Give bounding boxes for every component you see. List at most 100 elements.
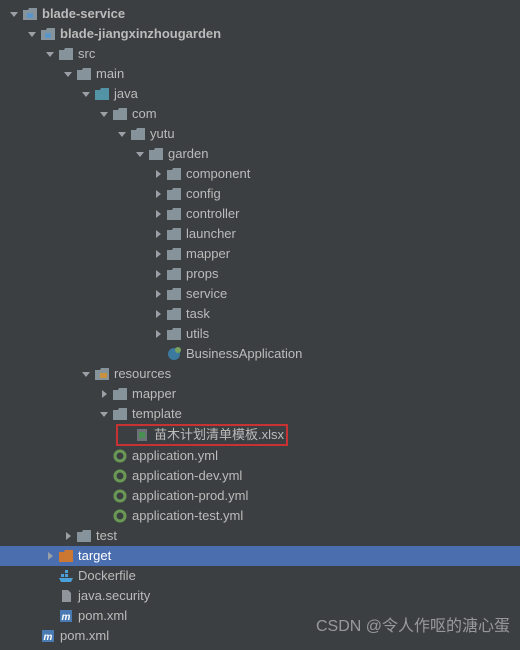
chevron-right-icon[interactable] [152,288,164,300]
chevron-down-icon[interactable] [26,28,38,40]
tree-row-blade-jiangxinzhougarden[interactable]: blade-jiangxinzhougarden [0,24,520,44]
module-icon [22,6,38,22]
tree-item-label: mapper [186,244,230,264]
folder-icon [112,386,128,402]
tree-row-config[interactable]: config [0,184,520,204]
xlsx-icon [134,427,150,443]
tree-row-launcher[interactable]: launcher [0,224,520,244]
chevron-down-icon[interactable] [98,108,110,120]
file-icon [58,588,74,604]
chevron-down-icon[interactable] [80,88,92,100]
tree-row-resources[interactable]: resources [0,364,520,384]
no-arrow [44,570,56,582]
tree-item-label: garden [168,144,208,164]
folder-icon [166,206,182,222]
tree-row--xlsx[interactable]: 苗木计划清单模板.xlsx [0,425,520,445]
folder-icon [166,266,182,282]
tree-row-template[interactable]: template [0,404,520,424]
project-tree[interactable]: blade-serviceblade-jiangxinzhougardensrc… [0,0,520,650]
chevron-right-icon[interactable] [152,168,164,180]
chevron-right-icon[interactable] [152,268,164,280]
tree-row-pom-xml[interactable]: m pom.xml [0,606,520,626]
tree-row-service[interactable]: service [0,284,520,304]
tree-row-test[interactable]: test [0,526,520,546]
module-icon [40,26,56,42]
tree-item-label: application-prod.yml [132,486,248,506]
tree-row-yutu[interactable]: yutu [0,124,520,144]
tree-row-task[interactable]: task [0,304,520,324]
tree-row-src[interactable]: src [0,44,520,64]
folder-icon [112,406,128,422]
folder-icon [166,186,182,202]
no-arrow [98,510,110,522]
tree-item-label: launcher [186,224,236,244]
tree-row-mapper[interactable]: mapper [0,244,520,264]
tree-item-label: config [186,184,221,204]
chevron-right-icon[interactable] [152,248,164,260]
chevron-down-icon[interactable] [134,148,146,160]
tree-row-dockerfile[interactable]: Dockerfile [0,566,520,586]
chevron-right-icon[interactable] [152,308,164,320]
svg-text:m: m [44,632,53,643]
tree-row-props[interactable]: props [0,264,520,284]
folder-icon [76,528,92,544]
tree-item-label: props [186,264,219,284]
chevron-right-icon[interactable] [152,188,164,200]
tree-row-garden[interactable]: garden [0,144,520,164]
tree-row-component[interactable]: component [0,164,520,184]
folder-icon [166,166,182,182]
chevron-down-icon[interactable] [98,408,110,420]
chevron-right-icon[interactable] [152,208,164,220]
tree-row-com[interactable]: com [0,104,520,124]
folder-icon [58,46,74,62]
tree-row-businessapplication[interactable]: BusinessApplication [0,344,520,364]
tree-row-application-prod-yml[interactable]: application-prod.yml [0,486,520,506]
tree-item-label: task [186,304,210,324]
tree-item-label: controller [186,204,239,224]
folder-icon [94,86,110,102]
folder-icon [112,106,128,122]
tree-row-application-test-yml[interactable]: application-test.yml [0,506,520,526]
tree-item-label: java [114,84,138,104]
tree-item-label: template [132,404,182,424]
tree-row-application-dev-yml[interactable]: application-dev.yml [0,466,520,486]
chevron-right-icon[interactable] [44,550,56,562]
chevron-down-icon[interactable] [80,368,92,380]
yml-icon [112,448,128,464]
chevron-right-icon[interactable] [152,228,164,240]
yml-icon [112,468,128,484]
tree-row-java[interactable]: java [0,84,520,104]
tree-item-label: pom.xml [78,606,127,626]
folder-icon [166,226,182,242]
no-arrow [152,348,164,360]
chevron-down-icon[interactable] [44,48,56,60]
target-icon [58,548,74,564]
tree-item-label: mapper [132,384,176,404]
svg-text:m: m [62,612,71,623]
tree-row-main[interactable]: main [0,64,520,84]
no-arrow [98,470,110,482]
tree-row-pom-xml[interactable]: mpom.xml [0,626,520,646]
tree-row-target[interactable]: target [0,546,520,566]
chevron-down-icon[interactable] [116,128,128,140]
resources-icon [94,366,110,382]
tree-item-label: target [78,546,111,566]
no-arrow [98,450,110,462]
tree-item-label: component [186,164,250,184]
class-icon [166,346,182,362]
chevron-down-icon[interactable] [62,68,74,80]
no-arrow [44,590,56,602]
tree-row-controller[interactable]: controller [0,204,520,224]
chevron-right-icon[interactable] [152,328,164,340]
chevron-down-icon[interactable] [8,8,20,20]
tree-row-java-security[interactable]: java.security [0,586,520,606]
tree-row-utils[interactable]: utils [0,324,520,344]
tree-row-blade-service[interactable]: blade-service [0,4,520,24]
tree-item-label: resources [114,364,171,384]
chevron-right-icon[interactable] [62,530,74,542]
chevron-right-icon[interactable] [98,388,110,400]
docker-icon [58,568,74,584]
yml-icon [112,508,128,524]
tree-row-mapper[interactable]: mapper [0,384,520,404]
tree-row-application-yml[interactable]: application.yml [0,446,520,466]
